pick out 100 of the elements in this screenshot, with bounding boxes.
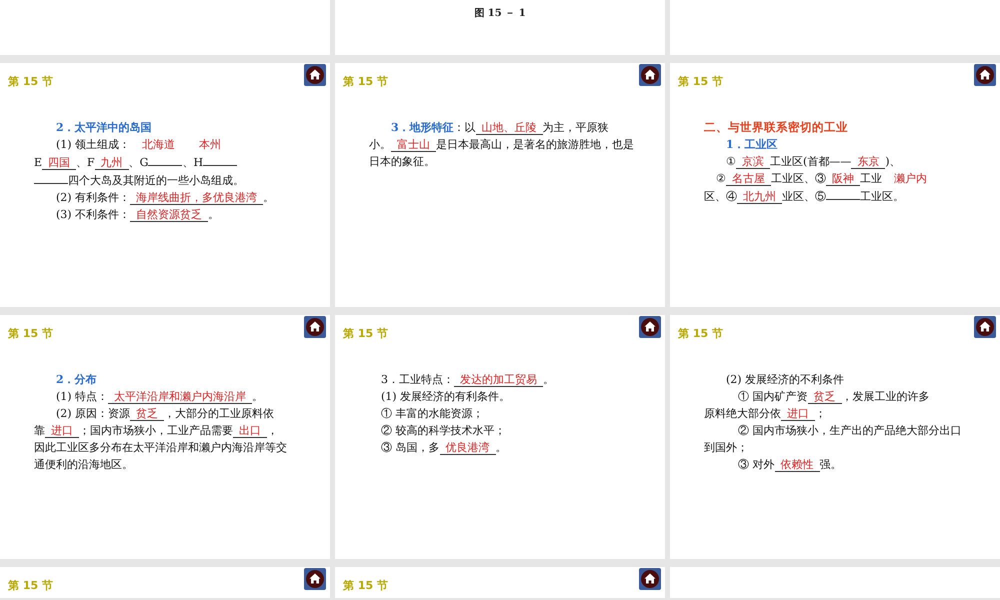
section-label: 第 15 节	[678, 326, 723, 341]
answer-note: 濑户内	[894, 172, 927, 185]
answer-blank: 优良港湾	[440, 441, 496, 455]
slide-text: 小。	[369, 138, 391, 151]
slide-text: ② 较高的科学技术水平；	[381, 424, 506, 437]
slide-text: )、	[885, 155, 901, 168]
home-button[interactable]	[304, 64, 326, 86]
section-label: 第 15 节	[343, 74, 388, 89]
slide-thumbnail[interactable]: 图 15 － 1	[335, 0, 665, 55]
answer-blank: 依赖性	[774, 458, 820, 472]
slide-text: 因此工业区多分布在太平洋沿岸和濑户内海沿岸等交	[34, 441, 287, 454]
answer-blank: 贫乏	[130, 407, 164, 421]
answer-blank: 京滨	[736, 155, 770, 169]
slide-title: 二、与世界联系密切的工业	[704, 120, 848, 134]
slide-text: (2) 原因：资源	[56, 407, 130, 420]
slide-text: 是日本最高山，是著名的旅游胜地，也是	[436, 138, 634, 151]
section-heading: 2．太平洋中的岛国	[56, 121, 152, 134]
answer-blank: 海岸线曲折，多优良港湾	[130, 191, 264, 205]
home-button[interactable]	[974, 64, 996, 86]
slide-thumbnail[interactable]: 第 15 节 (2) 发展经济的不利条件 ① 国内矿产资 贫乏 ，发展工业的许多 原料绝大部分依 进口 ； ② 国内市场狭小，生产出的产品绝大部分出口 到国外； ③ 对外 依赖性 强。	[670, 315, 1000, 559]
answer-blank: 四国	[42, 156, 76, 170]
slide-text: 为主，平原狭	[542, 121, 609, 134]
slide-thumbnail[interactable]	[0, 0, 330, 55]
slide-text: ③ 岛国，多	[381, 441, 440, 454]
answer-blank: 东京	[851, 155, 886, 169]
slide-text: ② 国内市场狭小，生产出的产品绝大部分出口	[738, 424, 962, 437]
home-icon	[976, 318, 994, 336]
slide-text: ，发展工业的许多	[842, 390, 930, 403]
slide-text: (2) 有利条件：	[56, 191, 130, 204]
slide-text: 。	[543, 373, 554, 386]
slide-text: 。	[263, 191, 274, 204]
slide-text: 工业区、③	[771, 172, 826, 185]
section-heading: 2．分布	[56, 373, 97, 386]
answer-blank: 九州	[94, 156, 129, 170]
slide-text: ③ 对外	[738, 458, 774, 471]
slide-text: ；国内市场狭小，工业产品需要	[79, 424, 233, 437]
slide-text: (2) 发展经济的不利条件	[726, 373, 844, 386]
slide-thumbnail[interactable]	[670, 567, 1000, 598]
slide-text: ；	[815, 407, 826, 420]
answer-blank: 贫乏	[808, 390, 842, 404]
slide-thumbnail[interactable]: 第 15 节 2．太平洋中的岛国 (1) 领土组成： 北海道 本州 E 四国 、F 九州 、G 、H 四个大岛及其附近的一些小岛组成。 (2) 有利条件： 海岸线曲折，多优良港湾 。 (3) 不利条件： 自然资源贫乏 。	[0, 63, 330, 307]
slide-text: 工业区(首都——	[770, 155, 852, 168]
slide-text: 。	[496, 441, 506, 454]
answer-blank: 发达的加工贸易	[454, 373, 543, 387]
slide-text: (1) 特点：	[56, 390, 108, 403]
slide-text: (3) 不利条件：	[56, 208, 130, 221]
slide-text: E	[34, 156, 42, 169]
slide-text: 区、④	[704, 190, 737, 203]
slide-thumbnail[interactable]	[670, 0, 1000, 55]
answer-blank: 进口	[45, 424, 79, 438]
slide-text: 、F	[76, 156, 95, 169]
answer-note: 北海道	[142, 138, 176, 151]
slide-text: 通便利的沿海地区。	[34, 458, 133, 471]
section-heading: 1．工业区	[726, 138, 778, 151]
slide-text: 业区、⑤	[782, 190, 826, 203]
slide-text: 日本的象征。	[369, 155, 435, 168]
home-icon	[976, 66, 994, 84]
home-icon	[641, 66, 659, 84]
slide-text: 靠	[34, 424, 45, 437]
slide-thumbnail[interactable]: 第 15 节 3．工业特点： 发达的加工贸易 。 (1) 发展经济的有利条件。 ① 丰富的水能资源； ② 较高的科学技术水平； ③ 岛国，多 优良港湾 。	[335, 315, 665, 559]
slide-text: 。	[208, 208, 220, 221]
answer-blank: 阪神	[826, 172, 860, 186]
answer-blank: 北九州	[737, 190, 782, 204]
home-button[interactable]	[304, 568, 326, 590]
answer-blank: 太平洋沿岸和濑户内海沿岸	[108, 390, 252, 404]
slide-thumbnail[interactable]: 第 15 节 3．地形特征：以 山地、丘陵 为主，平原狭 小。 富士山 是日本最高山，是著名的旅游胜地，也是 日本的象征。	[335, 63, 665, 307]
slide-text: (1) 领土组成：	[56, 138, 130, 151]
home-button[interactable]	[639, 316, 661, 338]
section-label: 第 15 节	[8, 74, 53, 89]
home-button[interactable]	[639, 568, 661, 590]
slide-thumbnail[interactable]: 第 15 节 2．分布 (1) 特点： 太平洋沿岸和濑户内海沿岸 。 (2) 原因：资源 贫乏 ，大部分的工业原料依 靠 进口 ；国内市场狭小，工业产品需要 出口 ， 因此工业区多分布在太平洋沿岸和濑户内海沿岸等交 通便利的沿海地区。	[0, 315, 330, 559]
slide-text: 工业区。	[860, 190, 904, 203]
slide-text: 强。	[820, 458, 842, 471]
section-heading: 3．地形特征	[391, 121, 454, 134]
home-button[interactable]	[974, 316, 996, 338]
slide-text: 、H	[182, 156, 204, 169]
answer-blank: 名古屋	[726, 172, 771, 186]
section-label: 第 15 节	[8, 326, 53, 341]
slide-text: 到国外；	[704, 441, 748, 454]
answer-blank: 自然资源贫乏	[130, 208, 208, 222]
slide-text: 3．工业特点：	[381, 373, 454, 386]
slide-text: ，大部分的工业原料依	[164, 407, 274, 420]
section-label: 第 15 节	[343, 326, 388, 341]
slide-text: 、G	[128, 156, 148, 169]
slide-text: ① 丰富的水能资源；	[381, 407, 484, 420]
answer-blank: 富士山	[391, 138, 436, 152]
section-label: 第 15 节	[343, 578, 388, 593]
figure-caption: 图 15 － 1	[474, 7, 526, 20]
slide-text: ②	[716, 172, 726, 185]
home-button[interactable]	[304, 316, 326, 338]
slide-text: ：以	[454, 121, 476, 134]
slide-text: ，	[267, 424, 278, 437]
home-button[interactable]	[639, 64, 661, 86]
home-icon	[306, 66, 324, 84]
answer-blank: 进口	[781, 407, 815, 421]
slide-text: 工业	[860, 172, 882, 185]
answer-blank: 出口	[233, 424, 267, 438]
section-label: 第 15 节	[8, 578, 53, 593]
slide-text: 。	[252, 390, 264, 403]
slide-thumbnail[interactable]: 第 15 节 二、与世界联系密切的工业 1．工业区 ① 京滨 工业区(首都—— 东京 )、 ② 名古屋 工业区、③ 阪神 工业 濑户内 区、④ 北九州 业区、⑤ 工业区。	[670, 63, 1000, 307]
